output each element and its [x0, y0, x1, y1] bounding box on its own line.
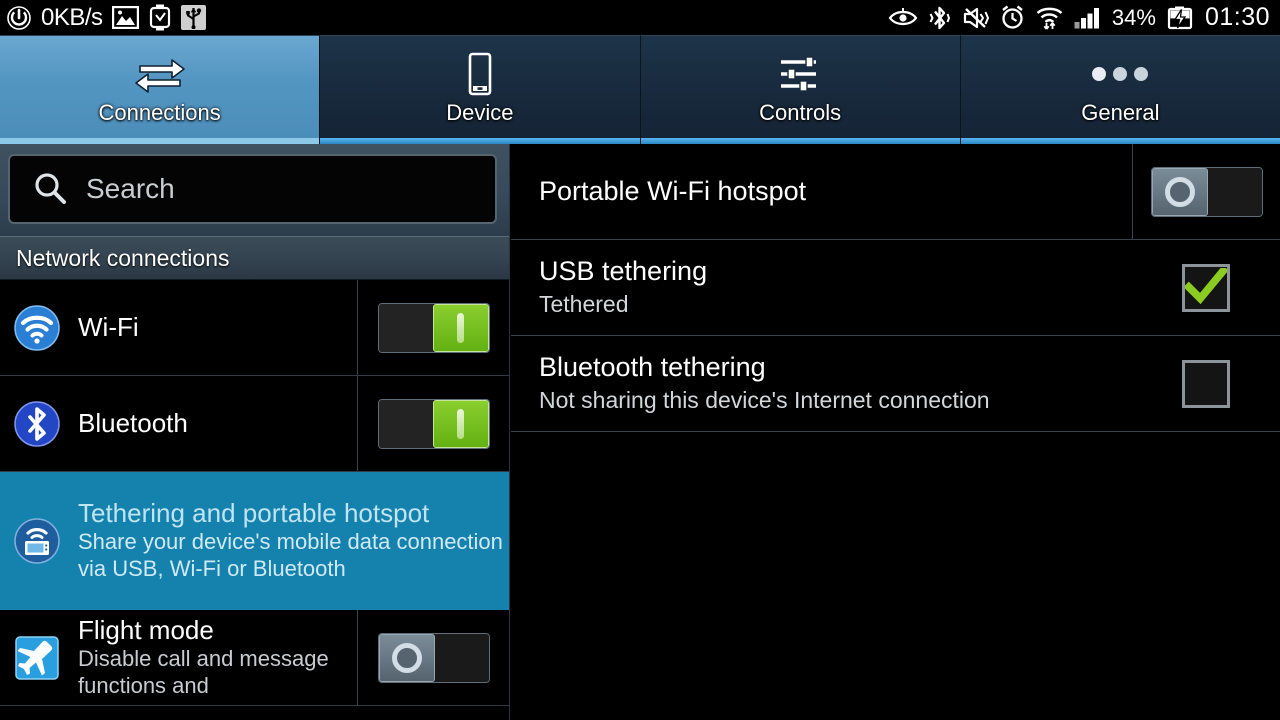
smart-stay-eye-icon [888, 7, 918, 28]
sidebar-item-title: Bluetooth [78, 408, 188, 439]
sidebar-item-bluetooth[interactable]: Bluetooth [0, 376, 509, 472]
usb-tethering-checkbox-cell [1132, 240, 1280, 335]
search-container: Search [0, 144, 509, 236]
alarm-icon [1000, 5, 1025, 30]
sidebar-item-title: Wi-Fi [78, 312, 139, 343]
battery-percent-label: 34% [1111, 4, 1156, 30]
row-portable-wifi-hotspot[interactable]: Portable Wi-Fi hotspot [511, 144, 1280, 240]
toggle-off-side [378, 303, 433, 352]
toggle-off-side [378, 399, 433, 448]
flight-mode-toggle[interactable] [377, 632, 490, 683]
wifi-transfer-icon [1036, 5, 1063, 30]
tab-controls-label: Controls [759, 100, 842, 125]
clock-label: 01:30 [1204, 3, 1270, 31]
wifi-toggle[interactable] [377, 302, 490, 353]
row-text: Bluetooth tethering Not sharing this dev… [539, 352, 1132, 414]
power-icon [6, 5, 32, 31]
sidebar-item-title: Flight mode [78, 614, 214, 645]
toggle-thumb [1151, 167, 1208, 216]
bluetooth-icon [14, 400, 60, 447]
section-header-label: Network connections [16, 244, 230, 271]
signal-bars-icon [1074, 7, 1101, 29]
smartwatch-icon [148, 4, 172, 31]
row-title: USB tethering [539, 256, 708, 287]
android-settings-screen: 0KB/s 34% 01:30 Connections Device Contr… [0, 0, 1280, 720]
status-bar-right: 34% 01:30 [888, 3, 1270, 32]
sidebar-item-flight-mode[interactable]: Flight mode Disable call and message fun… [0, 610, 509, 706]
bluetooth-toggle-cell [357, 376, 509, 471]
row-bluetooth-tethering[interactable]: Bluetooth tethering Not sharing this dev… [511, 336, 1280, 432]
row-title: Portable Wi-Fi hotspot [539, 175, 807, 206]
tab-bar: Connections Device Controls General [0, 35, 1280, 144]
row-text: Portable Wi-Fi hotspot [539, 175, 1132, 207]
data-rate-label: 0KB/s [41, 3, 103, 31]
toggle-track [1207, 167, 1262, 216]
sidebar-item-text: Wi-Fi [78, 313, 357, 341]
toggle-on-side [432, 303, 489, 352]
row-subtitle: Tethered [539, 290, 629, 317]
sidebar-item-title: Tethering and portable hotspot [78, 497, 430, 528]
tab-controls[interactable]: Controls [640, 35, 961, 144]
sliders-icon [778, 54, 822, 94]
settings-sidebar: Search Network connections Wi-Fi Bluetoo… [0, 144, 510, 720]
checkmark-icon [1185, 267, 1227, 304]
sidebar-item-tethering-and-portable-hotspot[interactable]: Tethering and portable hotspot Share you… [0, 472, 509, 610]
phone-icon [465, 52, 495, 96]
usb-tethering-checkbox[interactable] [1182, 263, 1230, 312]
bluetooth-toggle[interactable] [377, 398, 490, 449]
toggle-track [434, 633, 489, 682]
sidebar-item-text: Tethering and portable hotspot Share you… [78, 499, 509, 583]
tab-connections[interactable]: Connections [0, 35, 321, 144]
three-dots-icon [1089, 54, 1151, 94]
row-title: Bluetooth tethering [539, 352, 766, 383]
airplane-icon [14, 635, 60, 681]
gallery-icon [111, 5, 139, 30]
tab-general[interactable]: General [960, 35, 1280, 144]
toggle-on-side [432, 399, 489, 448]
status-bar: 0KB/s 34% 01:30 [0, 0, 1280, 35]
row-text: USB tethering Tethered [539, 256, 1132, 318]
panel-empty-space [511, 432, 1280, 712]
mute-vibrate-icon [961, 6, 989, 30]
status-bar-left: 0KB/s [6, 4, 206, 32]
tethering-detail-panel: Portable Wi-Fi hotspot USB tethering Tet… [511, 144, 1280, 720]
search-input[interactable]: Search [8, 154, 497, 224]
row-usb-tethering[interactable]: USB tethering Tethered [511, 240, 1280, 336]
portable-hotspot-toggle[interactable] [1150, 166, 1263, 217]
tab-connections-label: Connections [98, 100, 221, 125]
toggle-thumb [378, 633, 435, 682]
wifi-icon [14, 304, 60, 351]
sidebar-item-subtitle: Disable call and message functions and [78, 645, 329, 698]
section-header-network-connections: Network connections [0, 236, 509, 280]
usb-icon [180, 5, 206, 30]
sidebar-item-text: Flight mode Disable call and message fun… [78, 616, 357, 700]
bluetooth-icon [929, 5, 950, 31]
tab-general-label: General [1081, 100, 1160, 125]
row-subtitle: Not sharing this device's Internet conne… [539, 386, 990, 413]
tab-device-label: Device [446, 100, 514, 125]
search-icon [32, 171, 68, 207]
battery-charging-icon [1167, 6, 1194, 30]
portable-hotspot-toggle-cell [1132, 144, 1280, 239]
tab-device[interactable]: Device [320, 35, 641, 144]
flight-mode-toggle-cell [357, 610, 509, 705]
hotspot-icon [14, 517, 60, 564]
sidebar-item-wifi[interactable]: Wi-Fi [0, 280, 509, 376]
wifi-toggle-cell [357, 280, 509, 375]
bluetooth-tethering-checkbox-cell [1132, 336, 1280, 431]
search-placeholder-text: Search [86, 173, 175, 204]
sidebar-item-subtitle: Share your device's mobile data connecti… [78, 528, 503, 581]
sidebar-item-text: Bluetooth [78, 409, 357, 437]
transfer-arrows-icon [132, 54, 188, 94]
bluetooth-tethering-checkbox[interactable] [1182, 359, 1230, 408]
